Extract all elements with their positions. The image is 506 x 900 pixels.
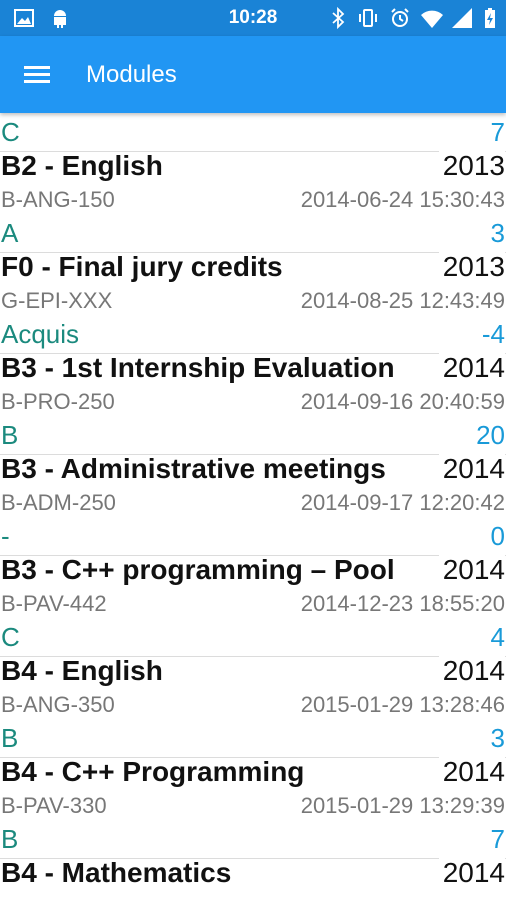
module-code: B-ANG-350 (1, 692, 115, 717)
alarm-icon (391, 8, 409, 27)
module-credits: -4 (481, 319, 505, 349)
module-credits: 4 (490, 622, 505, 652)
module-credits: 0 (490, 521, 505, 551)
module-date: 2014-12-23 18:55:20 (300, 591, 505, 616)
module-code: B-PAV-330 (1, 793, 107, 818)
module-date: 2014-09-17 12:20:42 (300, 490, 505, 515)
module-credits: 3 (490, 723, 505, 753)
module-list-item[interactable]: - 0 B3 - C++ programming – Pool 2014 B-P… (0, 517, 506, 618)
module-year: 2014 (438, 351, 505, 385)
module-date: 2015-01-29 13:29:39 (300, 793, 505, 818)
module-year: 2013 (438, 250, 505, 284)
module-title: B3 - Administrative meetings (1, 453, 386, 484)
module-year: 2014 (438, 553, 505, 587)
module-credits: 7 (490, 824, 505, 854)
module-year: 2013 (438, 149, 505, 183)
toolbar-title: Modules (86, 61, 177, 88)
module-title: B2 - English (1, 150, 163, 181)
module-year: 2014 (438, 452, 505, 486)
modules-list: C 7 B2 - English 2013 B-ANG-150 2014-06-… (0, 113, 506, 900)
module-code: B-PAV-442 (1, 591, 107, 616)
module-list-item[interactable]: B 3 B4 - C++ Programming 2014 B-PAV-330 … (0, 719, 506, 820)
module-title: F0 - Final jury credits (1, 251, 283, 282)
module-title: B3 - C++ programming – Pool (1, 554, 395, 585)
module-year: 2014 (438, 654, 505, 688)
battery-charging-icon (485, 8, 495, 28)
module-year: 2014 (438, 755, 505, 789)
module-code: B-ADM-250 (1, 490, 116, 515)
module-title: B4 - C++ Programming (1, 756, 305, 787)
module-list-item[interactable]: C 4 B4 - English 2014 B-ANG-350 2015-01-… (0, 618, 506, 719)
module-list-item[interactable]: B 20 B3 - Administrative meetings 2014 B… (0, 416, 506, 517)
module-credits: 20 (476, 420, 505, 450)
module-credits: 3 (490, 218, 505, 248)
signal-icon (452, 8, 472, 28)
hamburger-menu-icon[interactable] (22, 60, 54, 90)
module-date: 2014-06-24 15:30:43 (300, 187, 505, 212)
module-code: B-ANG-150 (1, 187, 115, 212)
module-code: G-EPI-XXX (1, 288, 113, 313)
module-list-item[interactable]: B 7 B4 - Mathematics 2014 (0, 820, 506, 900)
module-list-item[interactable]: Acquis -4 B3 - 1st Internship Evaluation… (0, 315, 506, 416)
bluetooth-icon (332, 6, 345, 30)
module-date: 2015-01-29 13:28:46 (300, 692, 505, 717)
module-list-item[interactable]: A 3 F0 - Final jury credits 2013 G-EPI-X… (0, 214, 506, 315)
status-bar: 10:28 (0, 0, 506, 36)
wifi-icon (421, 10, 443, 28)
module-title: B4 - Mathematics (1, 857, 232, 888)
module-date: 2014-08-25 12:43:49 (300, 288, 505, 313)
module-list-item[interactable]: C 7 B2 - English 2013 B-ANG-150 2014-06-… (0, 113, 506, 214)
module-year: 2014 (438, 856, 505, 890)
module-code: B-PRO-250 (1, 389, 115, 414)
app-toolbar: Modules (0, 36, 506, 113)
vibrate-icon (359, 9, 377, 27)
module-date: 2014-09-16 20:40:59 (300, 389, 505, 414)
module-title: B3 - 1st Internship Evaluation (1, 352, 395, 383)
module-credits: 7 (490, 117, 505, 147)
module-title: B4 - English (1, 655, 163, 686)
